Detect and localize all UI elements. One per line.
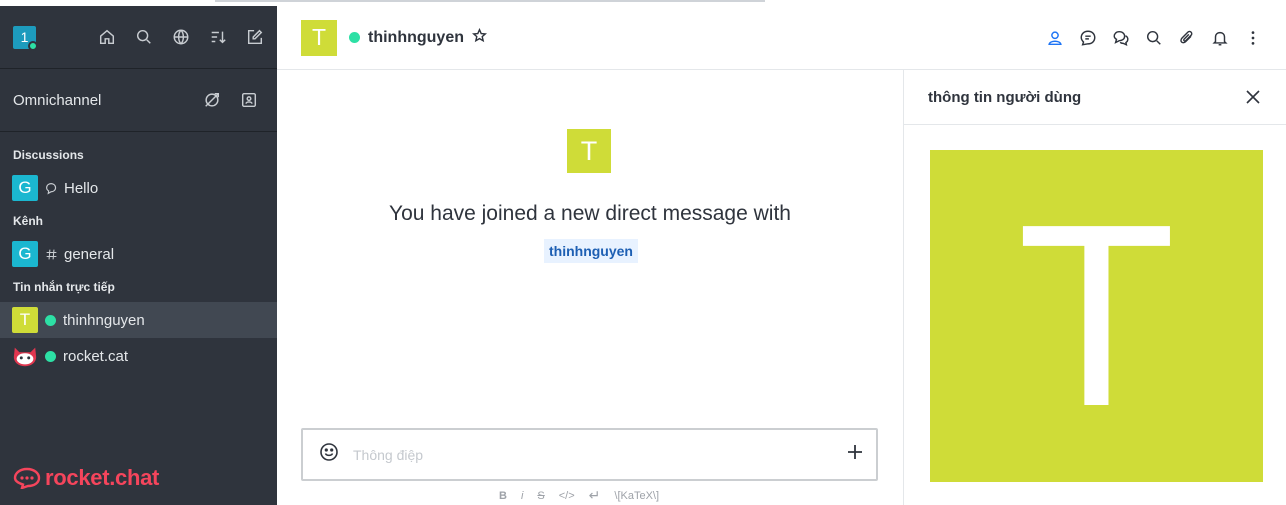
sort-icon[interactable] (208, 28, 227, 47)
notification-bell-icon[interactable] (1210, 28, 1229, 47)
online-status-dot (45, 314, 56, 326)
user-avatar: T (12, 307, 38, 333)
sidebar-item-label: thinhnguyen (63, 311, 145, 329)
user-info-panel: thông tin người dùng T (903, 70, 1286, 505)
room-title[interactable]: thinhnguyen (368, 29, 464, 47)
room-header-avatar[interactable]: T (301, 19, 337, 56)
contact-center-icon[interactable] (239, 91, 258, 110)
welcome-text: You have joined a new direct message wit… (389, 202, 791, 225)
sidebar-item-label: general (64, 245, 115, 263)
sidebar-item-label: rocket.cat (63, 347, 129, 365)
current-user-avatar[interactable]: 1 (13, 25, 38, 51)
bold-button[interactable]: B (499, 490, 507, 502)
online-status-dot (349, 32, 360, 43)
strike-button[interactable]: S (537, 490, 544, 502)
sidebar-item-thinhnguyen[interactable]: T thinhnguyen (0, 302, 277, 338)
rocket-chat-logo-icon (13, 467, 41, 489)
section-direct-messages-title: Tin nhắn trực tiếp (13, 280, 115, 294)
globe-icon[interactable] (171, 28, 190, 47)
omnichannel-offline-icon[interactable] (202, 91, 221, 110)
message-input[interactable] (353, 446, 846, 463)
window-top-edge (215, 0, 765, 2)
room-avatar: G (12, 175, 38, 201)
multiline-button[interactable]: ↵ (589, 487, 601, 504)
discussion-icon (45, 182, 59, 195)
user-info-avatar: T (930, 150, 1263, 482)
welcome-avatar: T (567, 129, 611, 173)
sidebar-toolbar (97, 28, 264, 47)
search-icon[interactable] (1144, 28, 1163, 47)
edit-icon[interactable] (245, 28, 264, 47)
close-icon[interactable] (1244, 88, 1262, 106)
room-avatar: G (12, 241, 38, 267)
rocket-cat-avatar-icon (12, 343, 38, 369)
sidebar-header: 1 (0, 6, 277, 69)
sidebar-item-rocket-cat[interactable]: rocket.cat (0, 338, 277, 374)
panel-title: thông tin người dùng (928, 88, 1082, 106)
sidebar: 1 Omnichannel Discussions G Hello Kênh G… (0, 6, 277, 505)
rocket-chat-logo: rocket.chat (13, 465, 159, 491)
room-header: T thinhnguyen (277, 6, 1286, 70)
current-user-avatar-letter: 1 (20, 29, 29, 45)
search-icon[interactable] (134, 28, 153, 47)
home-icon[interactable] (97, 28, 116, 47)
user-info-icon[interactable] (1045, 28, 1064, 47)
message-composer (301, 428, 878, 481)
emoji-icon[interactable] (319, 442, 339, 467)
user-mention[interactable]: thinhnguyen (544, 239, 638, 263)
online-status-dot (45, 350, 56, 362)
room-toolbar (1045, 28, 1262, 47)
omnichannel-label: Omnichannel (13, 91, 102, 109)
italic-button[interactable]: i (521, 490, 523, 502)
app-root: 1 Omnichannel Discussions G Hello Kênh G… (0, 0, 1286, 505)
brand-name: rocket.chat (45, 465, 160, 490)
discussions-icon[interactable] (1111, 28, 1130, 47)
threads-icon[interactable] (1078, 28, 1097, 47)
sidebar-item-label: Hello (64, 179, 99, 197)
format-toolbar: B i S </> ↵ \[KaTeX\] (499, 487, 659, 504)
section-channels-title: Kênh (13, 214, 43, 228)
current-user-status-dot (28, 40, 38, 51)
omnichannel-toolbar (202, 91, 258, 110)
sidebar-item-general[interactable]: G general (0, 236, 277, 272)
attachment-icon[interactable] (1177, 28, 1196, 47)
omnichannel-bar: Omnichannel (0, 69, 277, 132)
code-button[interactable]: </> (559, 490, 575, 502)
panel-header: thông tin người dùng (904, 70, 1286, 125)
kebab-menu-icon[interactable] (1243, 28, 1262, 47)
message-area: T You have joined a new direct message w… (277, 70, 903, 505)
sidebar-item-hello[interactable]: G Hello (0, 170, 277, 206)
katex-button[interactable]: \[KaTeX\] (614, 490, 659, 502)
favorite-star-icon[interactable] (471, 27, 487, 48)
hash-icon (45, 248, 59, 261)
section-discussions-title: Discussions (13, 148, 84, 162)
plus-icon[interactable] (846, 443, 864, 466)
